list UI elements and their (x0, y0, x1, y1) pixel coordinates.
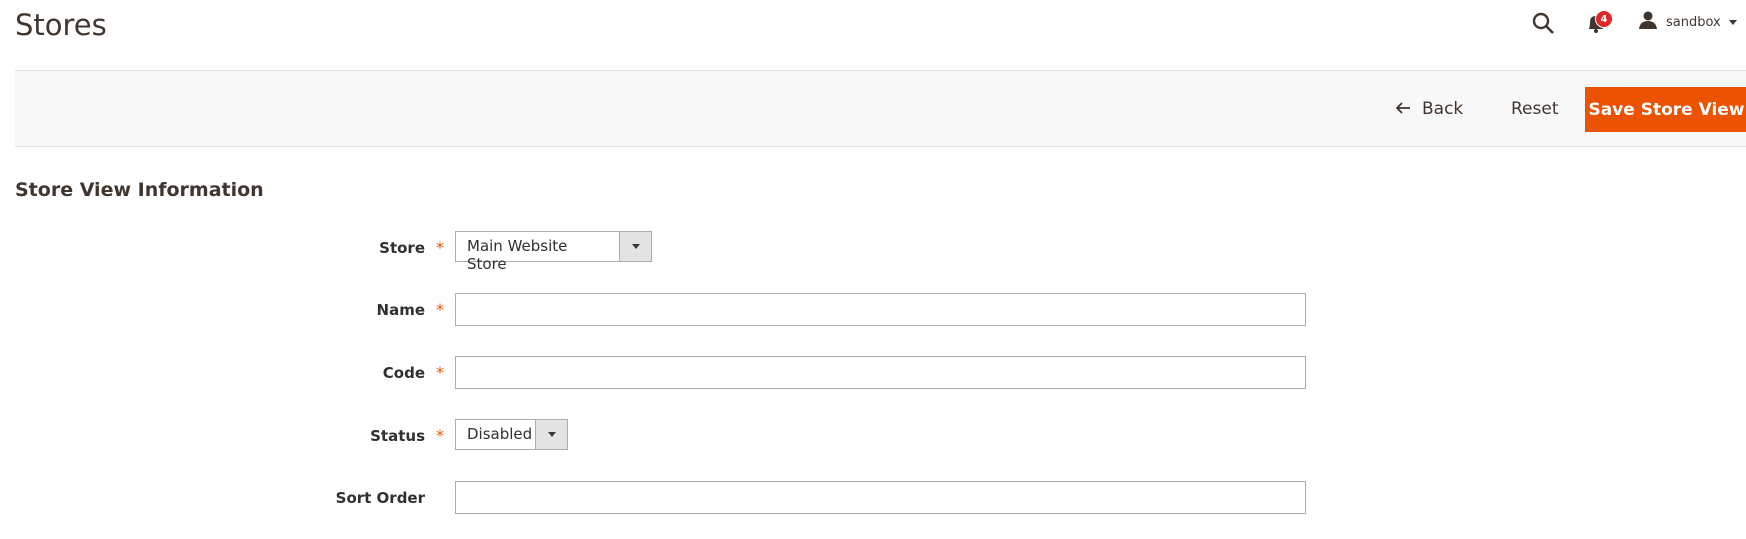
page-actions-bar: Back Reset Save Store View (15, 70, 1746, 147)
status-select[interactable]: Disabled (455, 419, 568, 450)
code-input[interactable] (455, 356, 1306, 389)
field-store: Store * Main Website Store (0, 231, 1746, 273)
notification-badge[interactable]: 4 (1595, 10, 1613, 28)
save-store-view-button[interactable]: Save Store View (1585, 87, 1746, 132)
sort-order-input[interactable] (455, 481, 1306, 514)
chevron-down-icon (1728, 19, 1737, 25)
search-icon[interactable] (1531, 11, 1555, 35)
section-title: Store View Information (15, 179, 264, 201)
back-button[interactable]: Back (1395, 99, 1463, 119)
required-marker: * (436, 300, 444, 319)
reset-button[interactable]: Reset (1511, 99, 1559, 119)
name-input[interactable] (455, 293, 1306, 326)
username: sandbox (1666, 14, 1721, 30)
field-code: Code * (0, 356, 1746, 390)
status-label: Status (370, 427, 425, 445)
arrow-left-icon (1395, 99, 1410, 119)
name-label: Name (376, 301, 425, 319)
sort-order-label: Sort Order (335, 489, 425, 507)
field-name: Name * (0, 293, 1746, 327)
code-label: Code (382, 364, 425, 382)
chevron-down-icon (619, 232, 651, 261)
chevron-down-icon (535, 420, 567, 449)
user-menu[interactable]: sandbox (1638, 11, 1737, 33)
required-marker: * (436, 363, 444, 382)
store-select[interactable]: Main Website Store (455, 231, 652, 273)
required-marker: * (436, 426, 444, 445)
field-sort-order: Sort Order (0, 481, 1746, 515)
store-label: Store (379, 239, 425, 257)
user-icon (1638, 11, 1658, 33)
required-marker: * (436, 238, 444, 257)
page-title: Stores (15, 8, 107, 42)
field-status: Status * Disabled (0, 419, 1746, 453)
